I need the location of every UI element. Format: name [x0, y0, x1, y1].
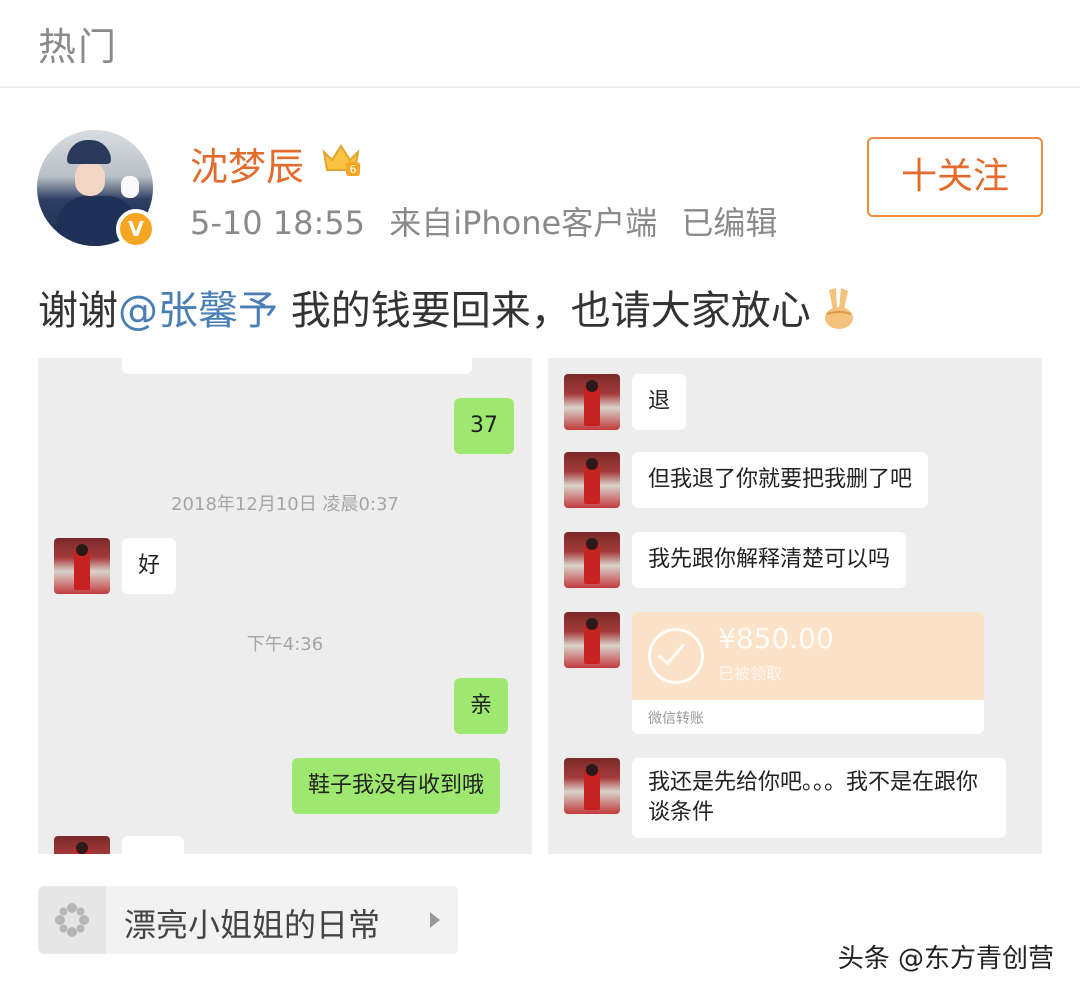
- chat-bubble-2: 但我退了你就要把我删了吧: [632, 452, 929, 508]
- chat-avatar: [54, 836, 110, 854]
- post-text-body: 我的钱要回来，也请大家放心: [278, 288, 811, 334]
- chat-avatar: [564, 532, 620, 588]
- chat-bubble-hao: 好: [122, 538, 177, 594]
- chat-avatar: [564, 452, 620, 508]
- chat-timestamp-2: 下午4:36: [246, 634, 324, 655]
- svg-text:6: 6: [350, 163, 357, 176]
- post-text: 谢谢@张馨予 我的钱要回来，也请大家放心: [38, 278, 859, 336]
- follow-button[interactable]: 十关注: [867, 137, 1043, 217]
- chat-bubble-5: 我还是先给你吧。。。我不是在跟你谈条件: [632, 758, 1006, 838]
- username[interactable]: 沈梦辰: [190, 136, 304, 191]
- user-avatar[interactable]: V: [37, 130, 156, 249]
- post-text-prefix: 谢谢: [38, 288, 118, 334]
- verified-v-icon: V: [116, 209, 156, 249]
- chat-bubble-3: 我先跟你解释清楚可以吗: [632, 532, 907, 588]
- topic-flower-icon: [38, 886, 106, 954]
- topic-label: 漂亮小姐姐的日常: [124, 906, 381, 944]
- edited-label[interactable]: 已编辑: [681, 204, 777, 242]
- header-title: 热门: [38, 25, 119, 69]
- top-header: 热门: [0, 0, 1080, 88]
- chat-avatar: [54, 538, 110, 594]
- crown-icon: 6: [322, 144, 360, 176]
- transfer-footer: 微信转账: [648, 711, 704, 727]
- transfer-status: 已被领取: [718, 664, 783, 683]
- transfer-amount: ¥850.00: [718, 622, 834, 655]
- chat-avatar: [564, 612, 620, 668]
- chat-timestamp-1: 2018年12月10日 凌晨0:37: [171, 494, 399, 515]
- chat-bubble-37: 37: [454, 398, 514, 454]
- chat-bubble-tui: 退: [632, 374, 687, 430]
- watermark-text: 头条 @东方青创营: [837, 944, 1054, 974]
- chat-bubble-qin: 亲: [454, 678, 509, 734]
- post-time: 5-10 18:55: [190, 204, 366, 242]
- clipped-bubble-top: [122, 358, 472, 374]
- mention-link[interactable]: @张馨予: [118, 288, 278, 334]
- clipped-bubble-bottom: [122, 836, 184, 854]
- chat-screenshot-left[interactable]: 37 2018年12月10日 凌晨0:37 好 下午4:36 亲 鞋子我没有收到…: [38, 358, 532, 854]
- post-source[interactable]: 来自iPhone客户端: [389, 204, 657, 242]
- chat-avatar: [564, 374, 620, 430]
- chat-bubble-shoes: 鞋子我没有收到哦: [292, 758, 501, 814]
- topic-tag[interactable]: 漂亮小姐姐的日常: [38, 886, 458, 954]
- chat-screenshot-right[interactable]: 退 但我退了你就要把我删了吧 我先跟你解释清楚可以吗 ¥850.00 已被领取 …: [548, 358, 1042, 854]
- chat-avatar: [564, 758, 620, 814]
- wechat-transfer-card: ¥850.00 已被领取 微信转账: [632, 612, 984, 734]
- victory-hand-icon: [824, 288, 853, 329]
- chevron-right-icon: [430, 912, 440, 928]
- post-meta: 5-10 18:55 来自iPhone客户端 已编辑: [190, 198, 791, 244]
